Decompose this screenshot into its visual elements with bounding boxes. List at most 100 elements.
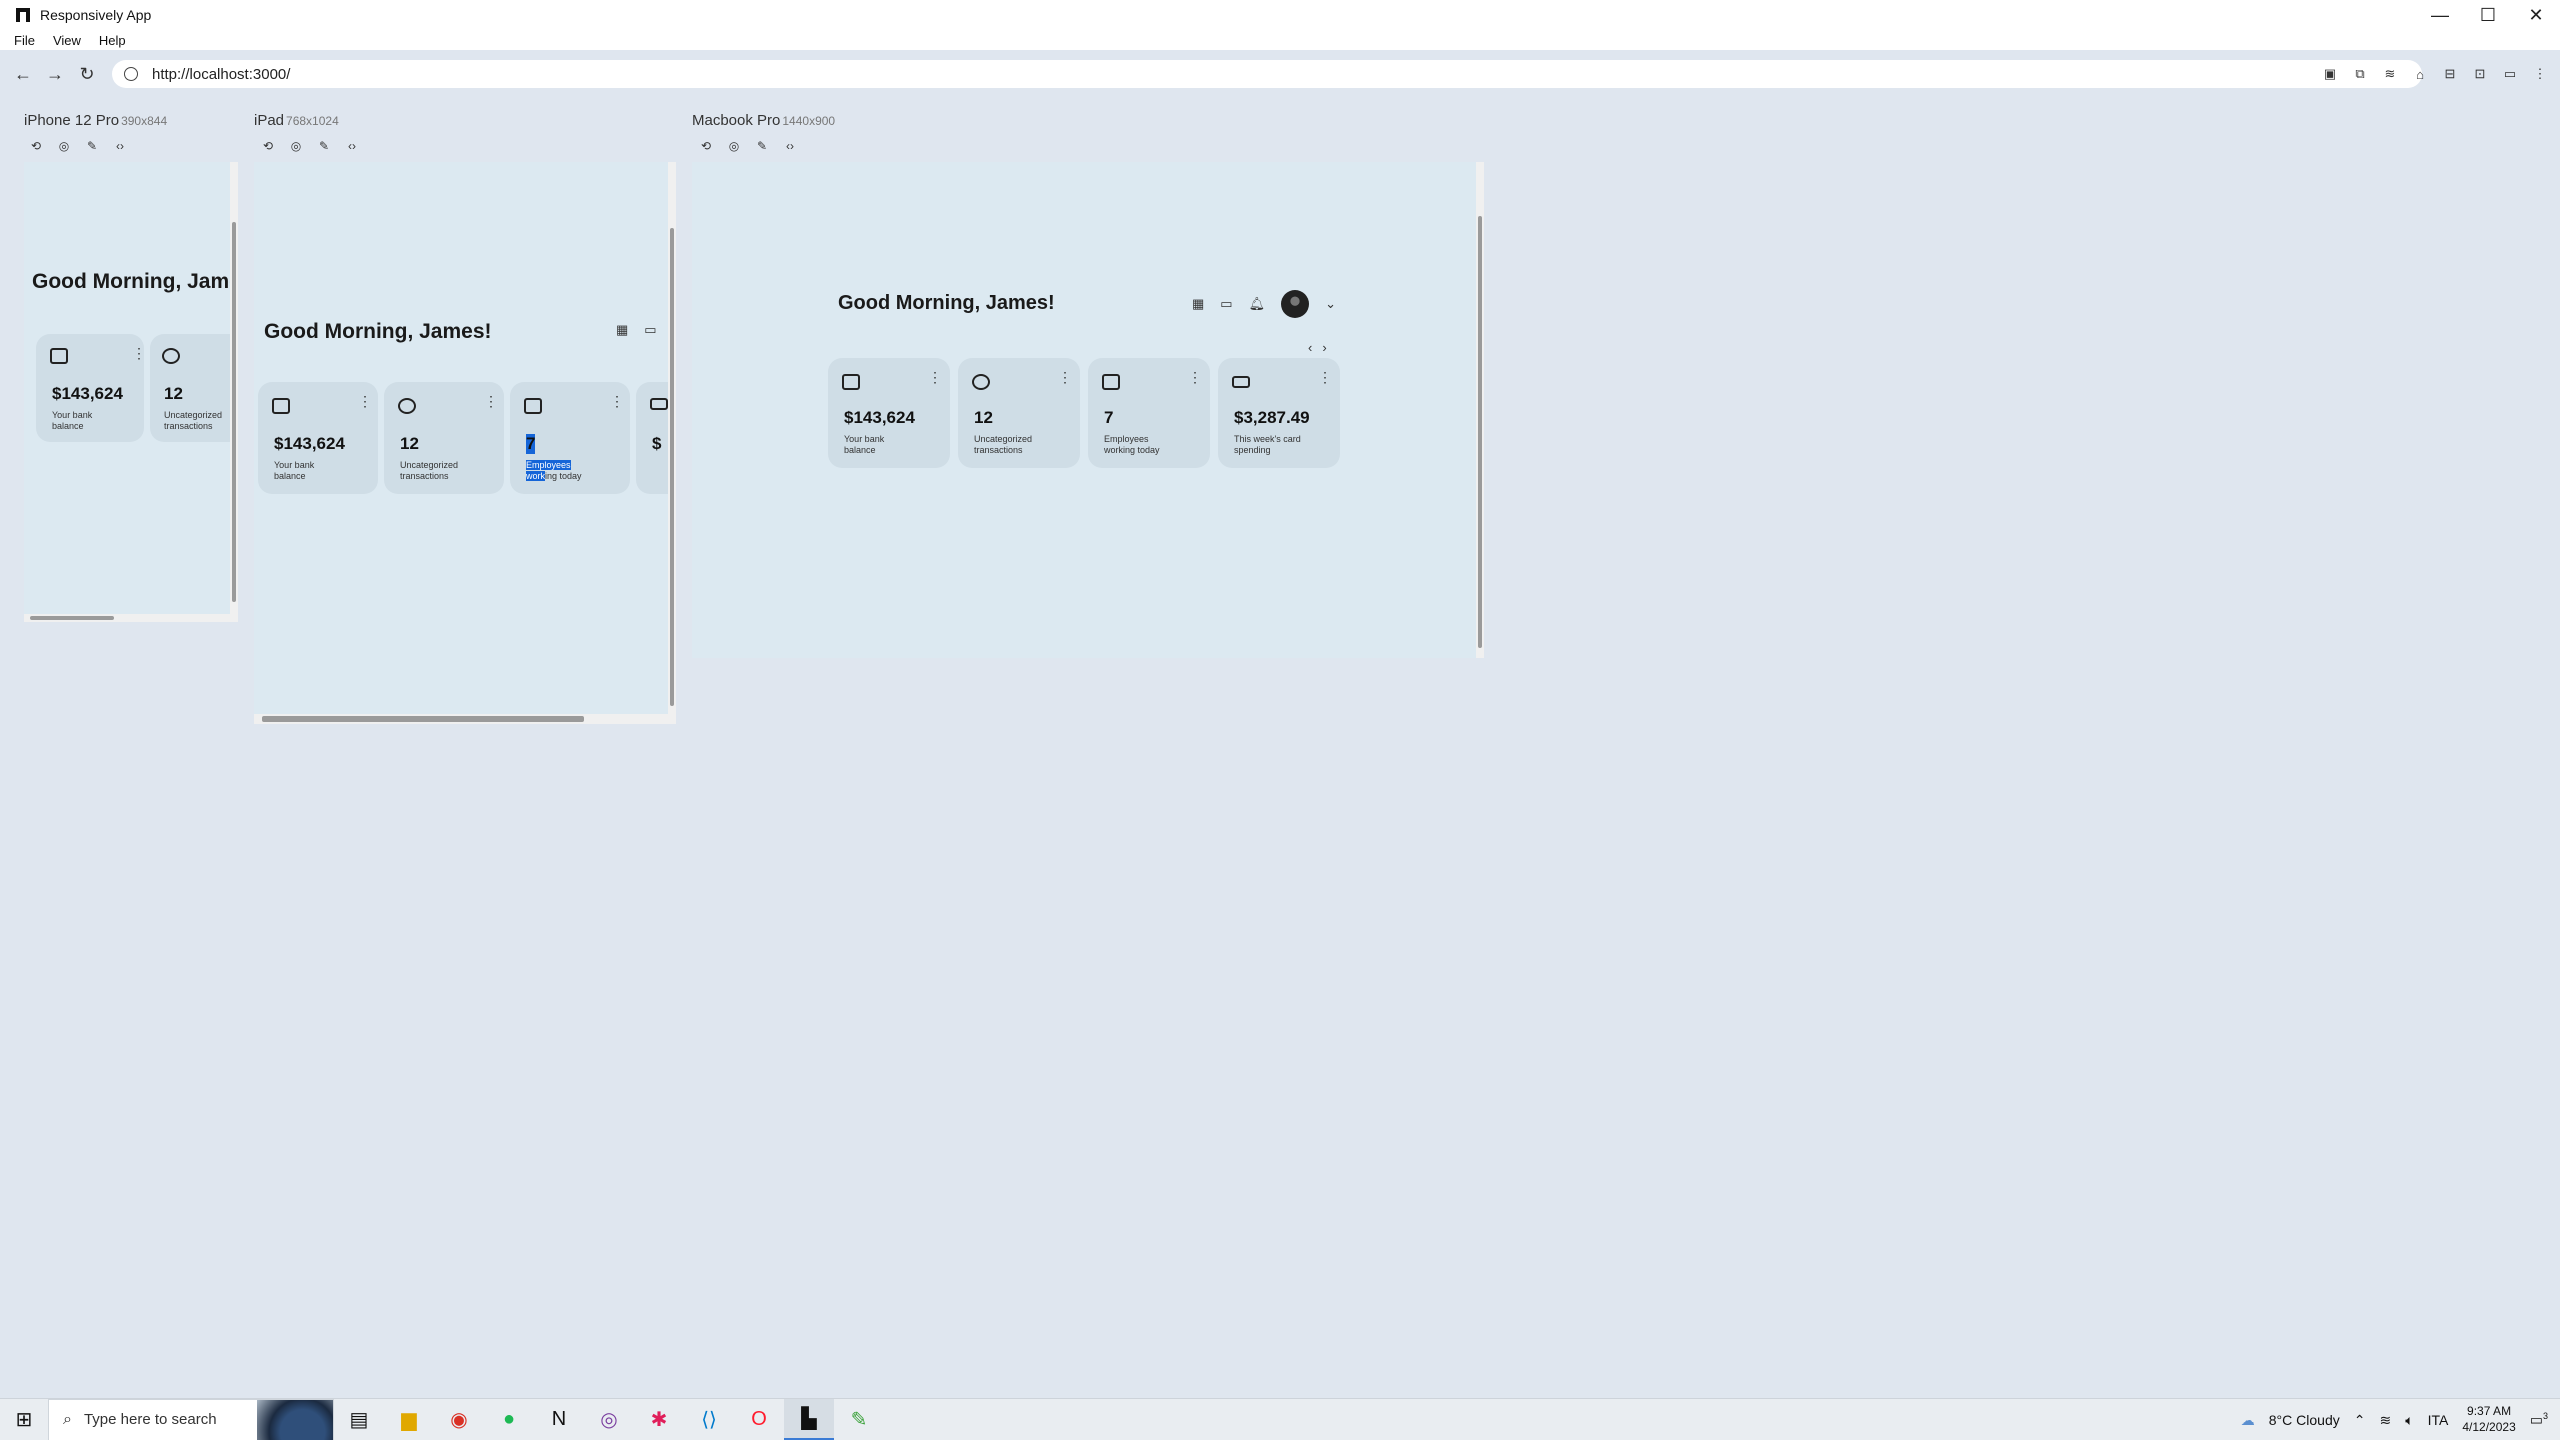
stat-card: ⋮ $143,624 Your bank balance [258, 382, 378, 494]
slack-icon[interactable]: ✱ [634, 1399, 684, 1440]
eyedropper-icon[interactable]: ✎ [84, 138, 100, 154]
minimize-button[interactable]: — [2416, 0, 2464, 30]
chevron-right-icon[interactable]: › [1322, 340, 1326, 355]
menu-file[interactable]: File [14, 33, 35, 48]
stat-value: $143,624 [52, 384, 123, 403]
url-input[interactable]: http://localhost:3000/ [112, 60, 2422, 88]
eyedropper-icon[interactable]: ✎ [754, 138, 770, 154]
stat-label: This week's card spending [1234, 434, 1301, 456]
stat-label: Your bank balance [52, 410, 93, 432]
rotate-icon[interactable]: ⟲ [28, 138, 44, 154]
notepad-icon[interactable]: ✎ [834, 1399, 884, 1440]
scrollbar-thumb[interactable] [262, 716, 584, 722]
code-icon[interactable]: ‹› [344, 138, 360, 154]
viewport-ipad[interactable]: Good Morning, James! ▦ ▭ ⋮ $143,624 Your… [254, 162, 668, 714]
more-icon[interactable]: ⋮ [610, 394, 624, 408]
chat-icon[interactable]: ▭ [1220, 296, 1232, 312]
stat-value: 7 [1104, 408, 1114, 427]
network-icon[interactable]: ≋ [2380, 64, 2400, 84]
calendar-icon [1102, 374, 1120, 390]
spotify-icon[interactable]: ● [484, 1399, 534, 1440]
eyedropper-icon[interactable]: ✎ [316, 138, 332, 154]
device-icon[interactable]: ⧉ [2350, 64, 2370, 84]
vscode-icon[interactable]: ⟨⟩ [684, 1399, 734, 1440]
stat-value: $143,624 [844, 408, 915, 427]
forward-button[interactable]: → [38, 56, 72, 92]
calendar-icon[interactable]: ▦ [616, 322, 628, 338]
code-icon[interactable]: ‹› [782, 138, 798, 154]
vertical-scrollbar[interactable] [230, 162, 238, 614]
chevron-down-icon[interactable]: ⌄ [1325, 296, 1336, 312]
camera-icon[interactable]: ◎ [56, 138, 72, 154]
more-options-icon[interactable]: ⋮ [2530, 64, 2550, 84]
file-explorer-icon[interactable]: ▆ [384, 1399, 434, 1440]
preview-icon[interactable]: ⊡ [2470, 64, 2490, 84]
menu-help[interactable]: Help [99, 33, 126, 48]
chevron-left-icon[interactable]: ‹ [1308, 340, 1312, 355]
stat-card: ⋮ $3,287.49 This week's card spending [1218, 358, 1340, 468]
camera-icon[interactable]: ◎ [726, 138, 742, 154]
clock[interactable]: 9:37 AM 4/12/2023 [2462, 1404, 2515, 1435]
rotate-icon[interactable]: ⟲ [260, 138, 276, 154]
weather-icon[interactable]: ☁ [2241, 1412, 2255, 1429]
scrollbar-thumb[interactable] [232, 222, 236, 602]
vertical-scrollbar[interactable] [668, 162, 676, 714]
reload-button[interactable]: ↻ [70, 56, 104, 92]
bookmark-icon[interactable]: ▭ [2500, 64, 2520, 84]
menu-bar: File View Help [0, 30, 2560, 50]
notion-icon[interactable]: N [534, 1399, 584, 1440]
responsively-icon[interactable]: ▙ [784, 1398, 834, 1440]
screenshot-all-icon[interactable]: ▣ [2320, 64, 2340, 84]
stat-label: Your bank balance [844, 434, 885, 456]
horizontal-scrollbar[interactable] [24, 614, 238, 622]
chat-icon[interactable]: ▭ [644, 322, 656, 338]
weather-text[interactable]: 8°C Cloudy [2269, 1412, 2340, 1428]
notification-icon[interactable]: ▭3 [2530, 1411, 2548, 1429]
search-icon: ⌕ [63, 1410, 72, 1428]
device-size: 390x844 [121, 114, 168, 128]
more-icon[interactable]: ⋮ [1188, 370, 1202, 384]
taskbar-search-input[interactable]: ⌕ Type here to search [48, 1398, 334, 1440]
stat-card: 12 Uncategorized transactions [150, 334, 230, 442]
device-tools-ipad: ⟲ ◎ ✎ ‹› [260, 138, 360, 154]
scrollbar-thumb[interactable] [670, 228, 674, 706]
wallet-icon [50, 348, 68, 364]
back-button[interactable]: ← [6, 56, 40, 92]
more-icon[interactable]: ⋮ [928, 370, 942, 384]
home-icon[interactable]: ⌂ [2410, 64, 2430, 84]
scrollbar-thumb[interactable] [30, 616, 114, 620]
podcast-icon[interactable]: ◎ [584, 1399, 634, 1440]
code-icon[interactable]: ‹› [112, 138, 128, 154]
task-view-icon[interactable]: ▤ [334, 1399, 384, 1440]
viewport-macbook[interactable]: Good Morning, James! ▦ ▭ 🔔︎ ⌄ ‹ › ⋮ $143… [692, 162, 1476, 658]
wifi-icon[interactable]: ≋ [2379, 1412, 2391, 1429]
more-icon[interactable]: ⋮ [132, 346, 146, 360]
device-tools-macbook: ⟲ ◎ ✎ ‹› [698, 138, 798, 154]
avatar[interactable] [1281, 290, 1310, 318]
calendar-icon[interactable]: ▦ [1192, 296, 1204, 312]
vertical-scrollbar[interactable] [1476, 162, 1484, 658]
opera-icon[interactable]: O [734, 1399, 784, 1440]
horizontal-scrollbar[interactable] [254, 714, 676, 724]
bell-icon[interactable]: 🔔︎ [1249, 296, 1266, 312]
language-indicator[interactable]: ITA [2428, 1412, 2449, 1428]
more-icon[interactable]: ⋮ [1058, 370, 1072, 384]
chrome-icon[interactable]: ◉ [434, 1399, 484, 1440]
wallet-icon [842, 374, 860, 390]
rotate-icon[interactable]: ⟲ [698, 138, 714, 154]
notification-count: 3 [2542, 1411, 2548, 1422]
windows-start-icon[interactable]: ⊞ [0, 1399, 48, 1440]
page-greeting: Good Morning, Jame [32, 270, 230, 293]
maximize-button[interactable]: ☐ [2464, 0, 2512, 30]
volume-icon[interactable]: 🔈︎ [2405, 1412, 2413, 1429]
menu-view[interactable]: View [53, 33, 81, 48]
close-button[interactable]: ✕ [2512, 0, 2560, 30]
layout-icon[interactable]: ⊟ [2440, 64, 2460, 84]
more-icon[interactable]: ⋮ [358, 394, 372, 408]
chevron-up-icon[interactable]: ⌃ [2354, 1412, 2366, 1429]
scrollbar-thumb[interactable] [1478, 216, 1482, 648]
camera-icon[interactable]: ◎ [288, 138, 304, 154]
more-icon[interactable]: ⋮ [1318, 370, 1332, 384]
viewport-iphone[interactable]: Good Morning, Jame ⋮ $143,624 Your bank … [24, 162, 230, 614]
more-icon[interactable]: ⋮ [484, 394, 498, 408]
